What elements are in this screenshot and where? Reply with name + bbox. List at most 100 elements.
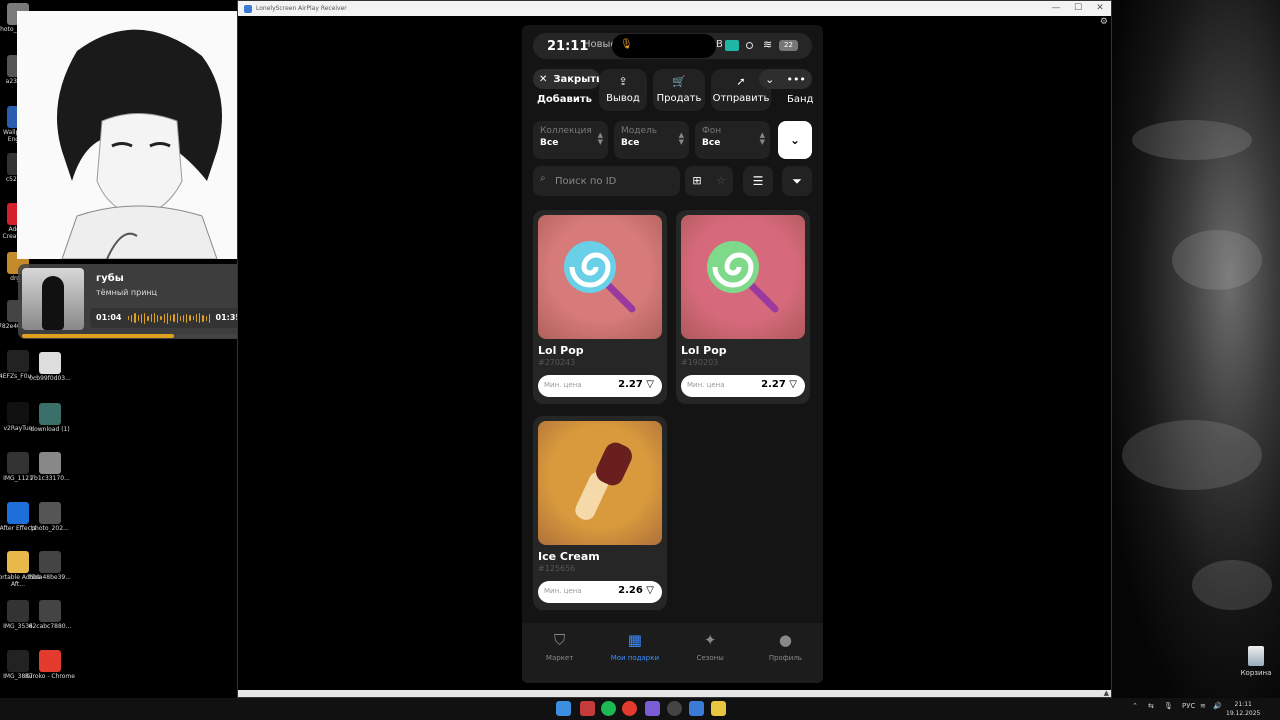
maximize-button[interactable]: ☐ — [1067, 1, 1089, 16]
song-title: губы — [96, 273, 124, 284]
chevron-down-icon[interactable]: ⌄ — [765, 73, 774, 86]
ton-icon: ▽ — [646, 585, 654, 596]
microphone-tray-icon[interactable]: 🎙 — [1164, 702, 1173, 710]
layout-button[interactable]: ☰ — [743, 166, 773, 196]
airplay-app-icon[interactable] — [689, 701, 704, 716]
ton-icon: ▽ — [646, 379, 654, 390]
screen-cast-icon — [725, 40, 739, 51]
shortcut-icon — [39, 600, 61, 622]
chrome-icon[interactable] — [622, 701, 637, 716]
taskbar-app-icon[interactable] — [645, 701, 660, 716]
filter-model[interactable]: Модель Все ▲ ▼ — [614, 121, 689, 159]
add-button[interactable]: Добавить — [537, 94, 592, 105]
filter-collection[interactable]: Коллекция Все ▲ ▼ — [533, 121, 608, 159]
gift-icon: ▦ — [627, 631, 642, 649]
gift-name: Lol Pop — [681, 344, 727, 357]
price-pill[interactable]: Мин. цена 2.27 ▽ — [681, 375, 805, 397]
gear-icon[interactable]: ⚙ — [1100, 17, 1108, 27]
price-pill[interactable]: Мин. цена 2.27 ▽ — [538, 375, 662, 397]
desktop-shortcut[interactable]: 7b1c33170... — [25, 452, 75, 483]
chevron-up-icon[interactable]: ⌃ — [1132, 702, 1138, 710]
search-row: ⌕ ⊞ ☆ ☰ ⏷ — [533, 166, 812, 196]
star-toggle-icon[interactable]: ☆ — [709, 166, 733, 196]
taskbar-app-icon[interactable] — [580, 701, 595, 716]
scroll-up-icon[interactable]: ▲ — [1104, 689, 1109, 697]
volume-icon[interactable]: 🔊 — [1213, 702, 1222, 710]
airplay-window: LonelyScreen AirPlay Receiver — ☐ ✕ ⚙ Но… — [237, 0, 1112, 698]
menu-pill[interactable]: ⌄ ••• — [759, 69, 812, 89]
desktop-shortcut[interactable]: 62cabc7880... — [25, 600, 75, 631]
price-pill[interactable]: Мин. цена 2.26 ▽ — [538, 581, 662, 603]
search-box[interactable]: ⌕ — [533, 166, 680, 196]
minimize-button[interactable]: — — [1045, 1, 1067, 16]
desktop-shortcut[interactable]: Kuroko - Chrome — [25, 650, 75, 681]
spotify-icon[interactable] — [601, 701, 616, 716]
progress-track[interactable] — [22, 334, 249, 338]
desktop-shortcut[interactable]: download (1) — [25, 403, 75, 434]
gift-id: #125656 — [538, 564, 576, 573]
close-button[interactable]: ✕ Закрыть — [533, 69, 602, 89]
gift-card[interactable]: Ice Cream #125656 Мин. цена 2.26 ▽ — [533, 416, 667, 610]
window-titlebar[interactable]: LonelyScreen AirPlay Receiver — ☐ ✕ — [238, 1, 1111, 16]
taskbar-app-icon[interactable] — [667, 701, 682, 716]
nav-label: Мои подарки — [610, 654, 660, 662]
clock-time: 21:11 — [1234, 701, 1252, 708]
gift-toggle-icon[interactable]: ⊞ — [685, 166, 709, 196]
filter-background[interactable]: Фон Все ▲ ▼ — [695, 121, 770, 159]
anime-sketch-image — [17, 11, 263, 259]
close-window-button[interactable]: ✕ — [1089, 1, 1111, 16]
bundle-button[interactable]: Банд — [787, 94, 813, 105]
window-title: LonelyScreen AirPlay Receiver — [256, 5, 347, 12]
filter-value: Все — [540, 138, 559, 148]
gift-image — [681, 215, 805, 339]
nav-label: Маркет — [545, 654, 574, 662]
wallpaper-gorilla — [1112, 0, 1280, 698]
dynamic-island: 🎙 — [612, 34, 716, 58]
view-toggle[interactable]: ⊞ ☆ — [685, 166, 733, 196]
desktop-shortcut[interactable]: photo_202... — [25, 502, 75, 533]
more-icon[interactable]: ••• — [786, 73, 805, 86]
price-label: Мин. цена — [544, 381, 582, 389]
taskbar-clock[interactable]: 21:11 19.12.2025 — [1226, 700, 1260, 718]
nav-label: Профиль — [768, 654, 802, 662]
shortcut-label: 62cabc7880... — [28, 623, 72, 630]
nav-market[interactable]: ⛉ Маркет — [522, 623, 597, 683]
sell-button[interactable]: 🛒 Продать — [653, 69, 705, 111]
sort-arrows-icon: ▲ ▼ — [597, 131, 603, 146]
wifi-icon: ≋ — [763, 38, 773, 51]
seasons-icon: ✦ — [703, 631, 717, 649]
sell-label: Продать — [656, 93, 702, 104]
sort-arrows-icon: ▲ ▼ — [678, 131, 684, 146]
language-indicator[interactable]: РУС — [1182, 702, 1195, 710]
nav-seasons[interactable]: ✦ Сезоны — [673, 623, 748, 683]
wifi-tray-icon[interactable]: ≋ — [1200, 702, 1206, 710]
gift-card[interactable]: Lol Pop #270243 Мин. цена 2.27 ▽ — [533, 210, 667, 404]
playback-bar[interactable]: 01:04 01:35 — [90, 308, 247, 328]
music-player-widget[interactable]: губы тёмный принц 01:04 01:35 — [18, 264, 249, 339]
start-button[interactable] — [556, 701, 571, 716]
expand-filters-button[interactable]: ⌄ — [778, 121, 812, 159]
action-row: ✕ Закрыть Добавить ⇪ Вывод 🛒 Продать ➚ О… — [533, 69, 813, 111]
desktop-shortcut[interactable]: 0cb99f0d03... — [25, 352, 75, 383]
filter-label: Модель — [621, 126, 658, 136]
chevron-down-icon: ⌄ — [789, 133, 801, 147]
filter-value: Все — [621, 138, 640, 148]
filter-label: Коллекция — [540, 126, 592, 136]
cart-icon: 🛒 — [672, 75, 686, 88]
status-bar: Новыстая... 21:11 🎙 В ≋ 22 — [533, 33, 812, 59]
horizontal-scrollbar[interactable]: ▲ — [238, 689, 1111, 697]
shortcut-icon — [39, 352, 61, 374]
search-input[interactable] — [555, 171, 673, 191]
nav-profile[interactable]: ● Профиль — [748, 623, 823, 683]
network-icon[interactable]: ⇆ — [1148, 702, 1154, 710]
recycle-bin[interactable]: Корзина — [1236, 646, 1276, 677]
desktop-shortcut[interactable]: f9da48be39... — [25, 551, 75, 582]
withdraw-button[interactable]: ⇪ Вывод — [599, 69, 647, 111]
status-mid-text: В — [716, 39, 723, 50]
nav-my-gifts[interactable]: ▦ Мои подарки — [597, 623, 672, 683]
filter-button[interactable]: ⏷ — [782, 166, 812, 196]
taskbar-app-icon[interactable] — [711, 701, 726, 716]
album-cover — [22, 268, 84, 330]
gift-card[interactable]: Lol Pop #190203 Мин. цена 2.27 ▽ — [676, 210, 810, 404]
list-icon: ☰ — [752, 174, 764, 188]
